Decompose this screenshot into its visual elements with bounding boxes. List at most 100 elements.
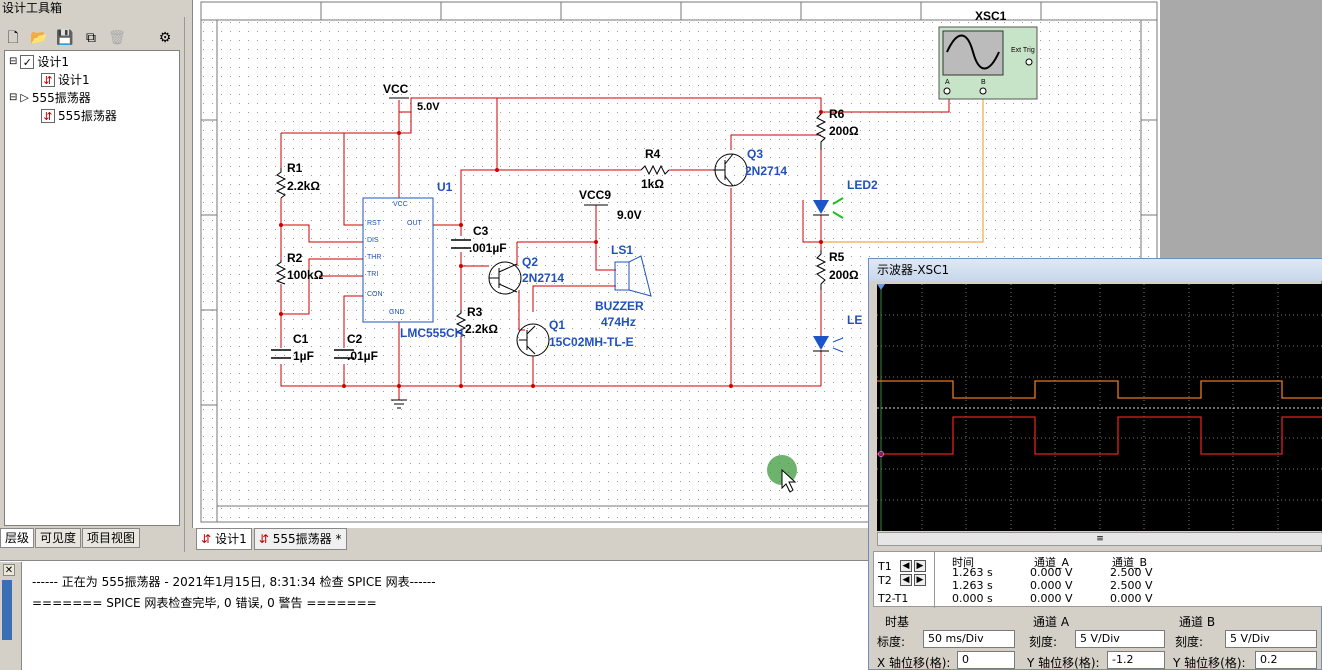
readout-label-t2: T2 xyxy=(878,574,892,587)
label-r3-value: 2.2kΩ xyxy=(465,322,498,336)
tree-item-design1-sheet[interactable]: ⇵ 设计1 xyxy=(41,71,90,89)
settings-icon[interactable]: ⚙ xyxy=(156,29,174,47)
channel-a-ypos-label: Y 轴位移(格): xyxy=(1027,656,1100,670)
label-r6-value: 200Ω xyxy=(829,124,859,138)
arrow-left-icon[interactable]: ◀ xyxy=(900,574,912,586)
save-icon[interactable]: 💾 xyxy=(56,29,74,47)
label-ext-trig: Ext Trig xyxy=(1011,47,1035,54)
tree-item-oscillator-sheet[interactable]: ⇵ 555振荡器 xyxy=(41,107,117,125)
label-r3: R3 xyxy=(467,305,483,319)
pin-vcc: VCC xyxy=(393,201,408,208)
toolbox-title: 设计工具箱 xyxy=(0,0,185,17)
label-c3: C3 xyxy=(473,224,489,238)
pin-rst: RST xyxy=(367,220,381,227)
timebase-scale-field[interactable]: 50 ms/Div xyxy=(923,630,1015,648)
oscilloscope-display[interactable] xyxy=(877,284,1322,531)
label-c1-value: 1µF xyxy=(293,349,314,363)
tab-hierarchy[interactable]: 层级 xyxy=(0,528,35,548)
collapse-icon[interactable]: ⊟ xyxy=(9,89,17,107)
console-sidebar: ✕ xyxy=(0,562,22,670)
timebase-xpos-label: X 轴位移(格): xyxy=(877,656,951,670)
close-icon[interactable]: ✕ xyxy=(3,564,15,576)
channel-a-scale-field[interactable]: 5 V/Div xyxy=(1075,630,1165,648)
label-c3-value: .001µF xyxy=(469,241,507,255)
pin-dis: DIS xyxy=(367,237,379,244)
schematic-sheet-icon: ⇵ xyxy=(41,73,55,87)
channel-b-scale-field[interactable]: 5 V/Div xyxy=(1225,630,1317,648)
schematic-tabs: ⇵ 设计1 ⇵ 555振荡器 * xyxy=(192,528,592,552)
tree-item-label: 555振荡器 xyxy=(31,91,91,105)
arrow-left-icon[interactable]: ◀ xyxy=(900,560,912,572)
readout-t21-b: 0.000 V xyxy=(1110,592,1153,605)
label-led2: LED2 xyxy=(847,178,878,192)
label-channel-a: A xyxy=(945,79,950,86)
collapse-icon[interactable]: ⊟ xyxy=(9,53,17,71)
tree-item-oscillator-root[interactable]: ⊟ ▷ 555振荡器 xyxy=(9,89,91,107)
label-r1: R1 xyxy=(287,161,303,175)
readout-t21-a: 0.000 V xyxy=(1030,592,1073,605)
label-channel-b: B xyxy=(981,79,986,86)
arrow-right-icon[interactable]: ▶ xyxy=(914,574,926,586)
design-toolbox-panel: 设计工具箱 ▫ ✕ 🗋 📂 💾 ⧉ 🗑 ⚙ ⊟ ✓ 设计1 ⇵ 设计1 ⊟ xyxy=(0,0,1318,552)
tree-item-label: 设计1 xyxy=(58,73,90,87)
label-u1-part: LMC555CH xyxy=(400,326,464,340)
schematic-sheet-icon: ⇵ xyxy=(201,532,212,546)
timebase-scale-label: 标度: xyxy=(877,635,906,649)
timebase-xpos-field[interactable]: 0 xyxy=(957,651,1015,669)
new-window-icon[interactable]: ⧉ xyxy=(82,29,100,47)
pin-gnd: GND xyxy=(389,309,405,316)
results-console: ------ 正在为 555振荡器 - 2021年1月15日, 8:31:34 … xyxy=(0,560,868,670)
scope-horizontal-scrollbar[interactable]: ≡ xyxy=(877,532,1322,546)
tree-item-label: 设计1 xyxy=(37,55,70,69)
label-xsc1: XSC1 xyxy=(975,9,1007,23)
label-r2-value: 100kΩ xyxy=(287,268,324,282)
tab-label: 设计1 xyxy=(215,532,247,546)
tab-label: 555振荡器 * xyxy=(272,532,342,546)
label-r1-value: 2.2kΩ xyxy=(287,179,320,193)
tab-visibility[interactable]: 可见度 xyxy=(35,528,82,548)
new-file-icon[interactable]: 🗋 xyxy=(4,29,22,47)
scope-settings: 时基 标度: 50 ms/Div X 轴位移(格): 0 通道 A 刻度: 5 … xyxy=(873,611,1322,670)
tree-item-label: 555振荡器 xyxy=(58,109,117,123)
label-buzzer: BUZZER xyxy=(595,299,644,313)
channel-a-ypos-field[interactable]: -1.2 xyxy=(1107,651,1165,669)
timebase-heading: 时基 xyxy=(885,615,910,629)
tab-555-oscillator[interactable]: ⇵ 555振荡器 * xyxy=(253,528,347,550)
label-c2: C2 xyxy=(347,332,363,346)
readout-t2-b: 2.500 V xyxy=(1110,579,1153,592)
label-led1-partial: LE xyxy=(847,313,863,327)
readout-label-t2-t1: T2-T1 xyxy=(878,592,909,605)
console-grip[interactable] xyxy=(2,580,12,640)
label-q3-value: 2N2714 xyxy=(745,164,788,178)
open-folder-icon[interactable]: 📂 xyxy=(30,29,48,47)
workspace-background xyxy=(1160,0,1322,258)
toolbox-toolbar: 🗋 📂 💾 ⧉ 🗑 ⚙ xyxy=(0,26,185,50)
schematic-sheet-icon: ⇵ xyxy=(258,532,269,546)
label-c2-value: .01µF xyxy=(347,349,378,363)
oscilloscope-title[interactable]: 示波器-XSC1 xyxy=(869,259,1322,281)
label-q3: Q3 xyxy=(747,147,764,161)
pin-tri: TRI xyxy=(367,271,379,278)
readout-t1-time: 1.263 s xyxy=(952,566,993,579)
checkbox-icon[interactable]: ✓ xyxy=(20,55,35,69)
label-buzzer-frequency: 474Hz xyxy=(601,315,636,329)
tab-project-view[interactable]: 项目视图 xyxy=(82,528,141,548)
pin-out: OUT xyxy=(407,220,422,227)
tab-design1[interactable]: ⇵ 设计1 xyxy=(196,528,252,550)
readout-t2-a: 0.000 V xyxy=(1030,579,1073,592)
delete-icon[interactable]: 🗑 xyxy=(108,29,126,47)
pin-con: CON xyxy=(367,291,383,298)
label-r4-value: 1kΩ xyxy=(641,177,664,191)
pin-thr: THR xyxy=(367,254,382,261)
channel-b-ypos-field[interactable]: 0.2 xyxy=(1255,651,1317,669)
design-tree: ⊟ ✓ 设计1 ⇵ 设计1 ⊟ ▷ 555振荡器 ⇵ 555振荡器 xyxy=(4,50,180,526)
arrow-right-icon[interactable]: ▶ xyxy=(914,560,926,572)
label-q1: Q1 xyxy=(549,318,566,332)
label-vcc: VCC xyxy=(383,82,409,96)
label-vcc-voltage: 5.0V xyxy=(417,101,440,113)
label-r5: R5 xyxy=(829,250,845,264)
label-vcc9: VCC9 xyxy=(579,188,612,202)
schematic-sheet-icon: ⇵ xyxy=(41,109,55,123)
tree-item-design1-root[interactable]: ⊟ ✓ 设计1 xyxy=(9,53,69,71)
cursor-readout-table: 时间 通道_A 通道_B T1 ◀ ▶ T2 ◀ ▶ T2-T1 1.263 s… xyxy=(873,551,1322,608)
